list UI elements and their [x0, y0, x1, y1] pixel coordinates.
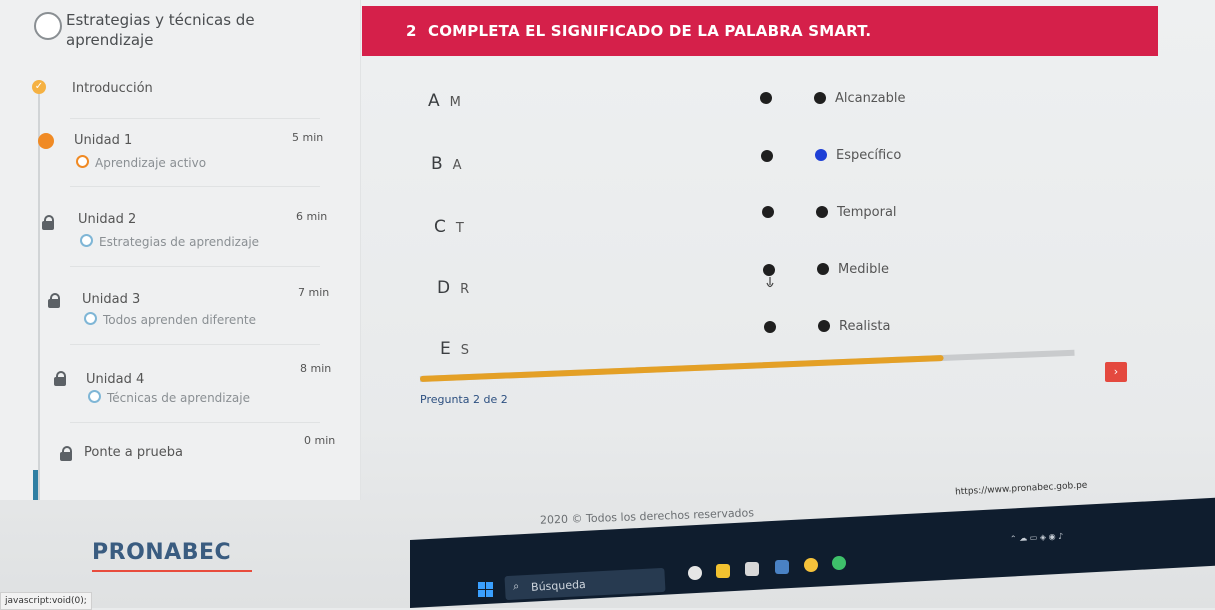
pronabec-logo: PRONABEC — [92, 540, 232, 565]
match-right-dot-medible[interactable] — [817, 263, 829, 275]
sidebar-item-unidad-3[interactable]: Unidad 3 7 min Todos aprenden diferente — [0, 286, 340, 343]
match-left-item-e: ES — [440, 339, 470, 359]
sidebar-item-unidad-2[interactable]: Unidad 2 6 min Estrategias de aprendizaj… — [0, 210, 340, 265]
timeline-accent — [33, 470, 38, 500]
sidebar-item-unidad-4[interactable]: Unidad 4 8 min Técnicas de aprendizaje — [0, 362, 340, 419]
progress-circle-icon — [34, 12, 62, 40]
lesson-bullet-icon — [76, 155, 89, 168]
match-right-dot-temporal[interactable] — [816, 206, 828, 218]
sidebar-item-label: Unidad 2 — [78, 212, 137, 227]
match-option-especifico[interactable]: Específico — [836, 148, 901, 163]
match-right-dot-alcanzable[interactable] — [814, 92, 826, 104]
page: Estrategias y técnicas de aprendizaje ✓ … — [0, 0, 1215, 610]
lock-icon — [48, 293, 60, 308]
unit-duration: 0 min — [304, 434, 336, 447]
sidebar-item-ponte-a-prueba[interactable]: Ponte a prueba 0 min — [0, 432, 340, 472]
app-icon[interactable] — [688, 566, 702, 580]
unit-duration: 5 min — [292, 131, 324, 144]
check-icon: ✓ — [32, 80, 46, 94]
match-option-temporal[interactable]: Temporal — [837, 205, 897, 220]
sidebar-item-label: Unidad 4 — [86, 372, 145, 387]
mouse-cursor-icon — [766, 277, 774, 288]
browser-icon[interactable] — [832, 556, 846, 570]
sidebar-item-label: Unidad 1 — [74, 133, 133, 148]
divider — [70, 344, 320, 345]
sidebar-item-label: Ponte a prueba — [84, 445, 183, 460]
match-left-item-b: BA — [431, 154, 462, 174]
file-explorer-icon[interactable] — [716, 564, 730, 578]
match-option-alcanzable[interactable]: Alcanzable — [835, 91, 906, 106]
windows-start-icon[interactable] — [478, 582, 494, 598]
sidebar-subitem-tecnicas[interactable]: Técnicas de aprendizaje — [88, 390, 250, 405]
pronabec-url-link[interactable]: https://www.pronabec.gob.pe — [955, 481, 1088, 498]
lesson-bullet-icon — [88, 390, 101, 403]
sidebar-item-label: Unidad 3 — [82, 292, 141, 307]
lock-icon — [54, 371, 66, 386]
unit-duration: 6 min — [296, 210, 328, 223]
course-title: Estrategias y técnicas de aprendizaje — [66, 11, 255, 49]
match-left-item-a: AM — [428, 91, 461, 111]
question-text: COMPLETA EL SIGNIFICADO DE LA PALABRA SM… — [428, 22, 872, 40]
unit-duration: 7 min — [298, 286, 330, 299]
logo-underline — [92, 570, 252, 572]
course-header[interactable]: Estrategias y técnicas de aprendizaje — [20, 10, 350, 50]
divider — [70, 118, 320, 119]
sidebar-item-intro[interactable]: ✓ Introducción — [0, 78, 340, 118]
question-number: 2 — [406, 22, 417, 40]
lock-icon — [60, 446, 72, 461]
chrome-icon[interactable] — [804, 558, 818, 572]
lesson-bullet-icon — [84, 312, 97, 325]
match-left-dot-b[interactable] — [761, 150, 773, 162]
lesson-bullet-icon — [80, 234, 93, 247]
search-icon: ⌕ — [512, 579, 520, 593]
browser-status-url: javascript:void(0); — [0, 592, 92, 610]
course-sidebar: Estrategias y técnicas de aprendizaje ✓ … — [0, 0, 361, 500]
lock-icon — [42, 215, 54, 230]
match-left-item-d: DR — [437, 278, 470, 298]
match-option-realista[interactable]: Realista — [839, 319, 890, 334]
match-right-dot-realista[interactable] — [818, 320, 830, 332]
app-icon[interactable] — [775, 560, 789, 574]
sidebar-item-unidad-1[interactable]: Unidad 1 5 min Aprendizaje activo — [0, 130, 340, 185]
unit-duration: 8 min — [300, 362, 332, 375]
match-left-dot-a[interactable] — [760, 92, 772, 104]
sidebar-item-label: Introducción — [72, 81, 153, 96]
match-left-dot-d[interactable] — [763, 264, 775, 276]
question-progress-bar — [419, 349, 1075, 382]
match-left-dot-c[interactable] — [762, 206, 774, 218]
divider — [70, 186, 320, 187]
match-left-dot-e[interactable] — [764, 321, 776, 333]
sidebar-subitem-todos-aprenden[interactable]: Todos aprenden diferente — [84, 312, 256, 327]
current-unit-icon — [38, 133, 54, 149]
question-banner: 2 COMPLETA EL SIGNIFICADO DE LA PALABRA … — [362, 6, 1158, 56]
question-progress-fill — [419, 354, 944, 382]
store-icon[interactable] — [745, 562, 759, 576]
sidebar-subitem-estrategias[interactable]: Estrategias de aprendizaje — [80, 234, 259, 249]
match-option-medible[interactable]: Medible — [838, 262, 889, 277]
question-counter: Pregunta 2 de 2 — [420, 393, 508, 406]
next-button[interactable]: › — [1105, 362, 1127, 382]
divider — [70, 422, 320, 423]
match-right-dot-especifico[interactable] — [815, 149, 827, 161]
sidebar-subitem-aprendizaje-activo[interactable]: Aprendizaje activo — [76, 155, 206, 170]
divider — [70, 266, 320, 267]
match-left-item-c: CT — [434, 217, 464, 237]
